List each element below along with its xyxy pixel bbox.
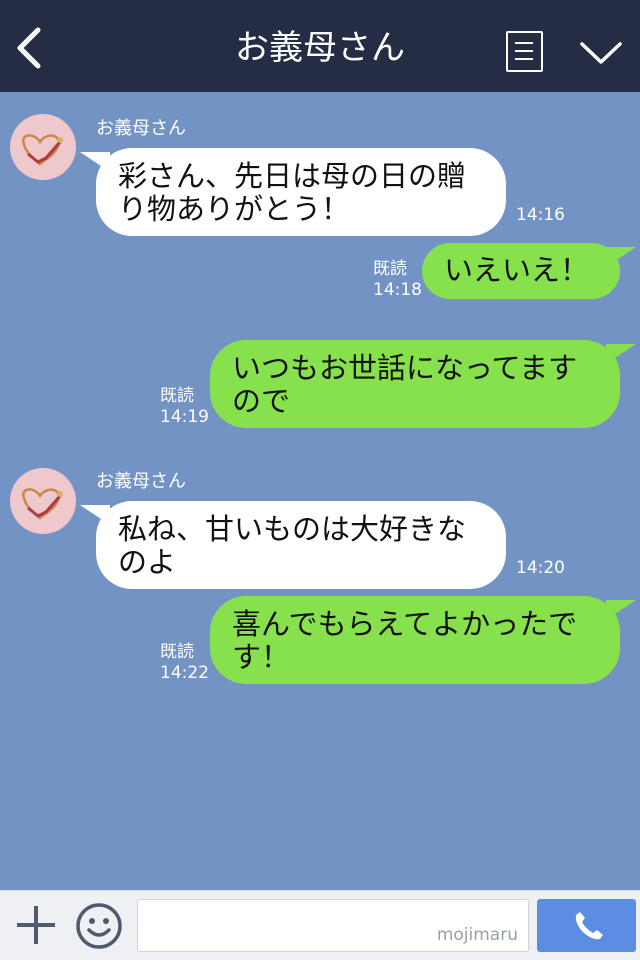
message-time: 14:18 xyxy=(373,280,422,300)
menu-button[interactable] xyxy=(506,31,543,72)
heart-necklace-icon xyxy=(22,488,63,520)
add-button[interactable] xyxy=(14,903,58,947)
message-text: 彩さん、先日は母の日の贈 xyxy=(118,159,467,193)
read-receipt: 既読 xyxy=(160,386,194,406)
smiley-icon xyxy=(76,903,122,949)
chevron-left-icon xyxy=(17,27,41,69)
sender-name: お義母さん xyxy=(96,118,186,139)
message-text: ので xyxy=(232,384,291,418)
avatar[interactable] xyxy=(10,114,76,180)
message-text: いつもお世話になってます xyxy=(232,351,578,385)
avatar[interactable] xyxy=(10,468,76,534)
sender-name: お義母さん xyxy=(96,471,186,492)
message-time: 14:19 xyxy=(160,407,209,427)
emoji-button[interactable] xyxy=(74,901,124,951)
message-time: 14:20 xyxy=(516,558,565,578)
input-bar: mojimaru xyxy=(0,890,640,960)
message-bubble[interactable]: 彩さん、先日は母の日の贈 り物ありがとう！ xyxy=(80,148,506,236)
read-receipt: 既読 xyxy=(373,259,407,279)
message-text: す！ xyxy=(232,640,291,674)
message-text: 私ね、甘いものは大好きな xyxy=(118,512,467,546)
message-bubble[interactable]: 私ね、甘いものは大好きな のよ xyxy=(80,501,506,589)
message-list[interactable]: お義母さん 彩さん、先日は母の日の贈 り物ありがとう！ 14:16 既読 14:… xyxy=(0,92,640,890)
plus-icon xyxy=(17,906,55,944)
chevron-down-icon xyxy=(580,42,622,64)
watermark: mojimaru xyxy=(436,925,518,945)
message-input[interactable]: mojimaru xyxy=(137,899,529,952)
message-text: のよ xyxy=(118,545,177,579)
chat-header: お義母さん xyxy=(0,0,640,92)
heart-necklace-icon xyxy=(22,134,63,166)
message-text: いえいえ！ xyxy=(444,253,590,287)
message-time: 14:16 xyxy=(516,205,565,225)
read-receipt: 既読 xyxy=(160,642,194,662)
message-time: 14:22 xyxy=(160,663,209,683)
more-button[interactable] xyxy=(576,32,626,72)
message-bubble[interactable]: いつもお世話になってます ので xyxy=(210,340,636,428)
message-text: 喜んでもらえてよかったで xyxy=(232,607,578,641)
chat-title: お義母さん xyxy=(235,28,405,68)
message-bubble[interactable]: 喜んでもらえてよかったで す！ xyxy=(210,596,636,684)
back-button[interactable] xyxy=(10,22,52,74)
call-button[interactable] xyxy=(537,899,636,952)
message-bubble[interactable]: いえいえ！ xyxy=(422,243,636,299)
message-text: り物ありがとう！ xyxy=(118,192,351,226)
phone-icon xyxy=(575,912,603,940)
